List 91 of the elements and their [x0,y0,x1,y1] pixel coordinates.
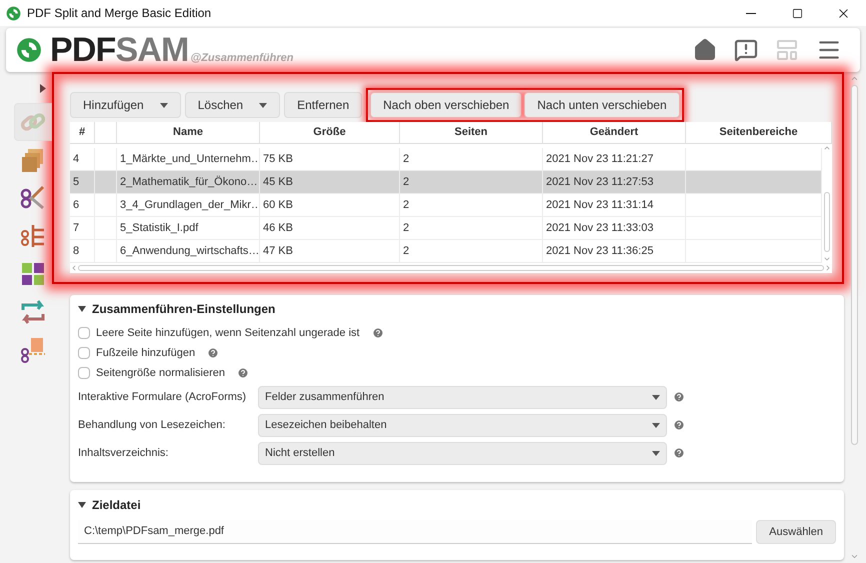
table-cell-text: 5 [73,174,80,190]
table-cell-text: 2 [403,244,410,259]
checkbox-label: Leere Seite hinzufügen, wenn Seitenzahl ungerade ist [96,326,360,341]
dropdown-select[interactable]: Nicht erstellen [258,442,667,464]
help-icon[interactable] [673,391,685,403]
scroll-up-icon[interactable] [850,74,858,83]
table-cell-text: 75 KB [263,152,293,167]
module-name: @Zusammenführen [190,50,294,66]
toolbar-button[interactable]: Nach unten verschieben [524,92,680,118]
table-cell-text: 2 [403,174,410,190]
collapse-arrow-icon [78,502,86,508]
toolbar-button[interactable]: Entfernen [284,92,362,118]
field-label: Inhaltsverzeichnis: [78,446,170,461]
rotate-arrows-icon [19,298,47,326]
table-cell-text: 1_Märkte_und_Unternehm… [120,152,259,167]
table-cell-text: 2 [403,198,410,213]
app-logo-wordmark: PDFSAM [50,33,188,67]
help-icon[interactable] [673,419,685,431]
help-icon[interactable] [372,327,384,339]
dropdown-select[interactable]: Felder zusammenführen [258,386,667,408]
minimize-icon [746,12,756,14]
section-header[interactable]: Zieldatei [78,490,836,520]
table-cell-text: 7 [73,220,80,236]
checkbox-label: Fußzeile hinzufügen [96,346,196,361]
table-cell-text: 8 [73,244,80,259]
toolbar-button[interactable]: Hinzufügen [70,92,181,118]
table-row[interactable]: 7 5_Statistik_I.pdf 46 KB 2 2021 Nov 23 11:33:03 [70,217,822,240]
help-icon[interactable] [673,447,685,459]
vertical-scrollbar[interactable] [822,144,832,263]
table-cell-text: 6_Anwendung_wirtschafts… [120,244,259,259]
scroll-right-icon[interactable] [824,264,832,272]
scissors-icon [19,184,47,212]
toolbar-button[interactable]: Nach oben verschieben [370,92,522,118]
caret-icon [259,102,268,108]
checkbox-label: Seitengröße normalisieren [96,366,226,381]
collapse-arrow-icon [78,306,86,312]
feedback-button[interactable] [734,38,758,62]
table-cell-text: 5_Statistik_I.pdf [120,220,198,236]
table-cell-text: 3_4_Grundlagen_der_Mikr… [120,198,259,213]
caret-icon [652,422,660,428]
scroll-down-icon[interactable] [850,552,858,561]
expand-arrow-icon [40,84,46,93]
scroll-down-icon[interactable] [823,255,831,263]
logo-icon [6,6,21,20]
table-row[interactable]: 5 2_Mathematik_für_Ökono… 45 KB 2 2021 Nov 23 11:27:53 [70,171,822,194]
column-header[interactable]: Geändert [543,122,686,143]
maximize-icon [792,8,802,18]
window-title: PDF Split and Merge Basic Edition [27,5,212,22]
checkbox[interactable] [78,367,90,379]
table-cell-text: 2021 Nov 23 11:33:03 [546,220,654,236]
caret-icon [652,394,660,400]
help-icon[interactable] [237,367,250,379]
field-label: Behandlung von Lesezeichen: [78,418,226,433]
column-header[interactable]: Größe [260,122,400,143]
field-label: Interaktive Formulare (AcroForms) [78,390,248,405]
table-cell-text: 6 [73,198,80,213]
logo-icon [16,37,42,63]
scroll-left-icon[interactable] [70,264,78,272]
dropdown-select[interactable]: Lesezeichen beibehalten [258,414,667,436]
column-header[interactable]: # [70,122,95,143]
table-cell-text: 2 [403,220,410,236]
home-button[interactable] [693,38,717,62]
caret-icon [160,102,168,108]
table-cell-text: 4 [73,152,80,167]
column-header[interactable]: Seiten [400,122,543,143]
table-cell-text: 46 KB [263,220,293,236]
checkbox[interactable] [78,347,90,359]
scroll-up-icon[interactable] [823,144,831,152]
table-cell-text: 2021 Nov 23 11:31:14 [546,198,654,213]
table-cell-text: 2021 Nov 23 11:27:53 [546,174,654,190]
toolbar-button[interactable]: Löschen [184,92,280,118]
table-cell-text: 45 KB [263,174,293,190]
table-cell-text: 2 [403,152,410,167]
caret-icon [652,450,660,456]
horizontal-scrollbar[interactable] [70,263,832,273]
table-cell-text: 47 KB [263,244,293,259]
section-header[interactable]: Zusammenführen-Einstellungen [78,295,836,323]
column-header[interactable]: Name [117,122,260,143]
column-header[interactable]: Seitenbereiche [686,122,832,143]
grid-tiles-icon [19,260,47,288]
table-row[interactable]: 8 6_Anwendung_wirtschafts… 47 KB 2 2021 Nov 23 11:36:25 [70,240,822,263]
table-row[interactable]: 6 3_4_Grundlagen_der_Mikr…60 KB 2 2021 Nov 23 11:31:14 [70,194,822,217]
choose-button[interactable]: Auswählen [756,520,836,544]
table-cell-text: 60 KB [263,198,293,213]
table-cell-text: 2021 Nov 23 11:36:25 [546,244,654,259]
table-cell-text: 2_Mathematik_für_Ökono… [120,174,258,190]
table-row[interactable]: 4 1_Märkte_und_Unternehm…75 KB 2 2021 Nov 23 11:21:27 [70,148,822,171]
help-icon[interactable] [207,347,220,359]
table-cell-text: 2021 Nov 23 11:21:27 [546,152,654,167]
checkbox[interactable] [78,327,90,339]
page-scissors-icon [19,336,47,364]
